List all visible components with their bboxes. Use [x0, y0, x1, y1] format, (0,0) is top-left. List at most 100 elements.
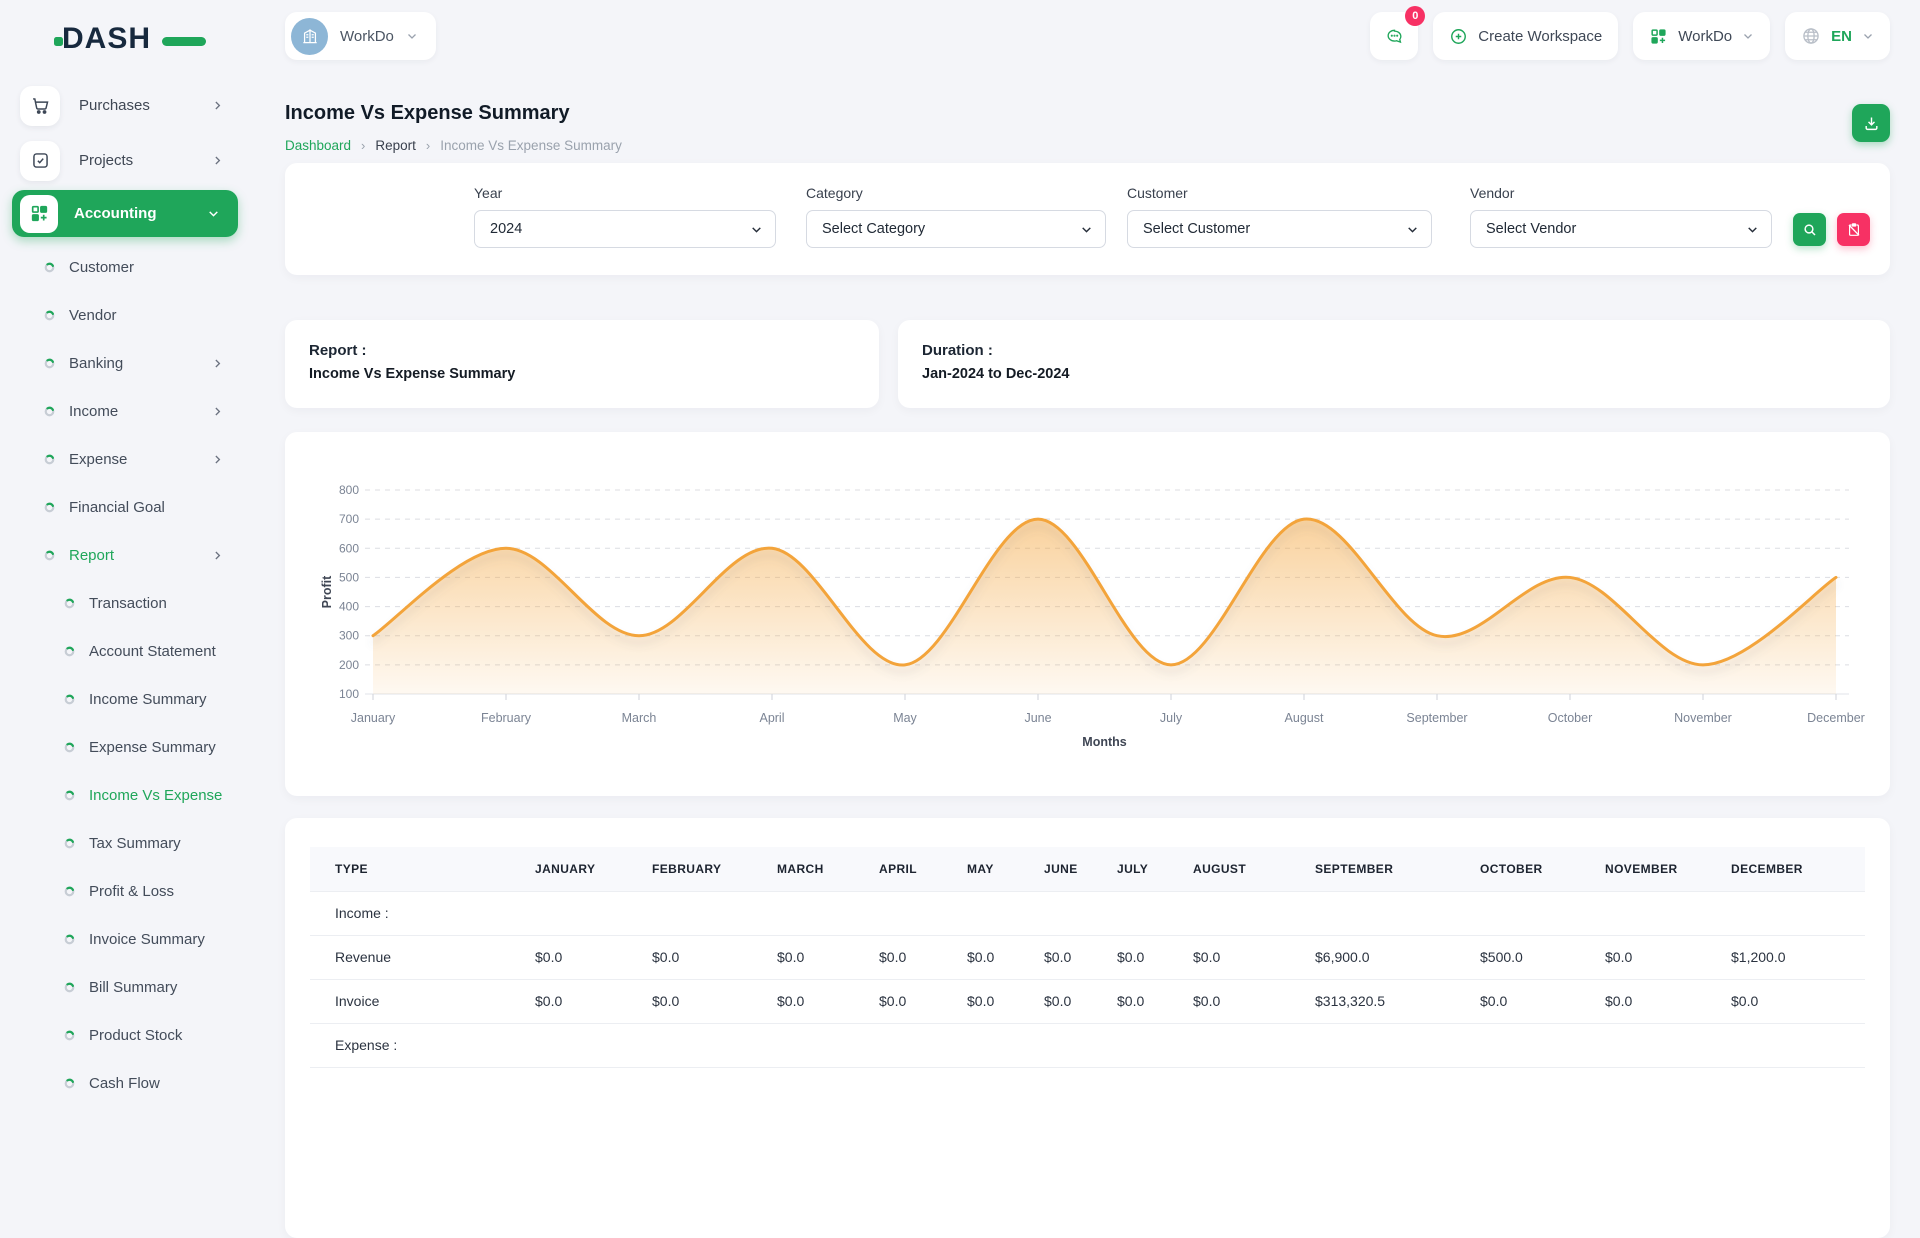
vendor-value: Select Vendor: [1486, 221, 1576, 237]
apply-filter-button[interactable]: [1793, 213, 1826, 246]
sidebar-item-income[interactable]: Income: [0, 387, 250, 435]
duration-card-title: Duration :: [922, 342, 1866, 359]
app-menu-button[interactable]: WorkDo: [1633, 12, 1770, 60]
svg-text:April: April: [759, 711, 784, 725]
app-logo[interactable]: DASH: [62, 22, 192, 62]
grid-plus-icon: [1649, 27, 1668, 46]
svg-text:June: June: [1024, 711, 1051, 725]
table-cell: [1044, 1023, 1117, 1067]
donut-icon: [64, 742, 75, 753]
profit-chart-card: 800700600500400300200100JanuaryFebruaryM…: [285, 432, 1890, 796]
table-cell: [1044, 891, 1117, 935]
report-card-value: Income Vs Expense Summary: [309, 366, 855, 382]
clear-filter-icon: [1846, 222, 1862, 238]
sidebar-item-cash-flow[interactable]: Cash Flow: [0, 1059, 250, 1107]
sidebar-item-label: Income Summary: [89, 691, 207, 708]
vendor-select[interactable]: Select Vendor: [1470, 210, 1772, 248]
svg-text:600: 600: [339, 541, 359, 555]
table-cell-type: Revenue: [310, 935, 535, 979]
language-label: EN: [1831, 28, 1852, 45]
donut-icon: [64, 934, 75, 945]
table-column-header: JANUARY: [535, 847, 652, 891]
donut-icon: [44, 358, 55, 369]
sidebar-item-label: Tax Summary: [89, 835, 181, 852]
table-cell: $1,200.0: [1731, 935, 1865, 979]
workspace-name: WorkDo: [340, 28, 394, 45]
workspace-switcher[interactable]: WorkDo: [285, 12, 436, 60]
svg-text:March: March: [622, 711, 657, 725]
table-cell: $0.0: [1605, 935, 1731, 979]
chevron-right-icon: [211, 99, 224, 112]
breadcrumb-separator: ›: [361, 138, 365, 153]
table-cell-type: Income :: [310, 891, 535, 935]
sidebar-item-invoice-summary[interactable]: Invoice Summary: [0, 915, 250, 963]
messages-button[interactable]: 0: [1370, 12, 1418, 60]
sidebar-item-financial-goal[interactable]: Financial Goal: [0, 483, 250, 531]
sidebar-item-label: Purchases: [79, 97, 150, 114]
sidebar-item-accounting[interactable]: Accounting: [12, 190, 238, 237]
sidebar-item-account-statement[interactable]: Account Statement: [0, 627, 250, 675]
sidebar-item-purchases[interactable]: Purchases: [0, 78, 250, 133]
table-cell: $0.0: [652, 979, 777, 1023]
svg-text:Months: Months: [1082, 735, 1126, 749]
workspace-avatar: [291, 18, 328, 55]
globe-icon: [1801, 26, 1821, 46]
chevron-down-icon: [1862, 30, 1874, 42]
table-cell: $0.0: [1480, 979, 1605, 1023]
table-cell: [1193, 891, 1315, 935]
reset-filter-button[interactable]: [1837, 213, 1870, 246]
year-select[interactable]: 2024: [474, 210, 776, 248]
table-cell: $0.0: [967, 979, 1044, 1023]
table-row-expense: Expense :: [310, 1023, 1865, 1067]
sidebar-item-expense-summary[interactable]: Expense Summary: [0, 723, 250, 771]
table-column-header: AUGUST: [1193, 847, 1315, 891]
chevron-down-icon: [207, 207, 220, 220]
sidebar-item-report[interactable]: Report: [0, 531, 250, 579]
language-selector[interactable]: EN: [1785, 12, 1890, 60]
table-cell: [1315, 891, 1480, 935]
download-button[interactable]: [1852, 104, 1890, 142]
year-label: Year: [474, 185, 776, 201]
logo-bar: [162, 37, 206, 46]
table-cell: $0.0: [1731, 979, 1865, 1023]
table-cell: [777, 1023, 879, 1067]
chevron-down-icon: [406, 30, 418, 42]
donut-icon: [44, 406, 55, 417]
donut-icon: [44, 454, 55, 465]
create-workspace-button[interactable]: Create Workspace: [1433, 12, 1618, 60]
category-value: Select Category: [822, 221, 925, 237]
customer-select[interactable]: Select Customer: [1127, 210, 1432, 248]
table-header-row: TYPEJANUARYFEBRUARYMARCHAPRILMAYJUNEJULY…: [310, 847, 1865, 891]
customer-value: Select Customer: [1143, 221, 1250, 237]
svg-text:400: 400: [339, 600, 359, 614]
table-cell: [1731, 1023, 1865, 1067]
sidebar-item-bill-summary[interactable]: Bill Summary: [0, 963, 250, 1011]
table-cell: $0.0: [967, 935, 1044, 979]
sidebar-item-vendor[interactable]: Vendor: [0, 291, 250, 339]
sidebar-item-label: Cash Flow: [89, 1075, 160, 1092]
sidebar-item-label: Product Stock: [89, 1027, 182, 1044]
sidebar-item-expense[interactable]: Expense: [0, 435, 250, 483]
table-column-header: JUNE: [1044, 847, 1117, 891]
category-select[interactable]: Select Category: [806, 210, 1106, 248]
breadcrumb-dashboard[interactable]: Dashboard: [285, 138, 351, 153]
sidebar-item-tax-summary[interactable]: Tax Summary: [0, 819, 250, 867]
sidebar-item-customer[interactable]: Customer: [0, 243, 250, 291]
sidebar-item-income-summary[interactable]: Income Summary: [0, 675, 250, 723]
breadcrumb-report[interactable]: Report: [375, 138, 416, 153]
sidebar-item-projects[interactable]: Projects: [0, 133, 250, 188]
table-column-header: MAY: [967, 847, 1044, 891]
donut-icon: [44, 310, 55, 321]
sidebar-item-label: Projects: [79, 152, 133, 169]
report-summary-card: Report : Income Vs Expense Summary: [285, 320, 879, 408]
table-column-header: JULY: [1117, 847, 1193, 891]
sidebar-item-product-stock[interactable]: Product Stock: [0, 1011, 250, 1059]
sidebar-item-label: Income: [69, 403, 118, 420]
sidebar-item-income-vs-expense[interactable]: Income Vs Expense: [0, 771, 250, 819]
logo-dot: [54, 37, 63, 46]
table-column-header: DECEMBER: [1731, 847, 1865, 891]
sidebar-item-transaction[interactable]: Transaction: [0, 579, 250, 627]
sidebar-item-banking[interactable]: Banking: [0, 339, 250, 387]
profit-area-chart: 800700600500400300200100JanuaryFebruaryM…: [297, 432, 1877, 756]
sidebar-item-profit-loss[interactable]: Profit & Loss: [0, 867, 250, 915]
